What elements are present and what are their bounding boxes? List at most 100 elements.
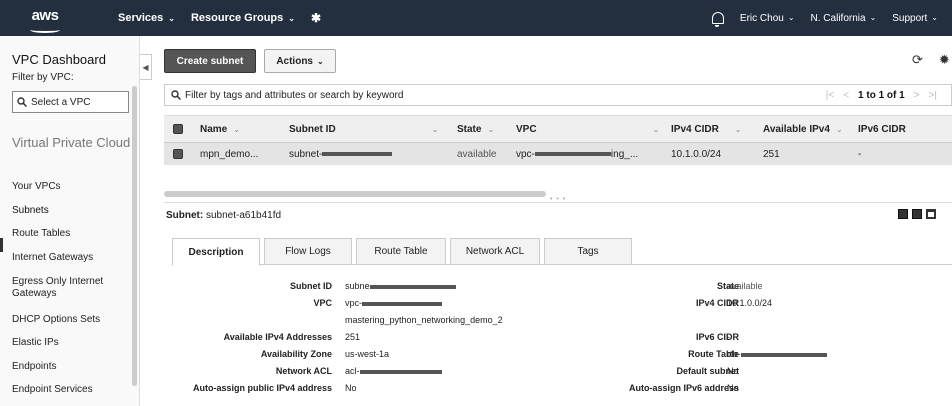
detail-value-vpc[interactable]: vpc- [345,298,443,308]
sidebar-scrollbar[interactable] [132,86,137,386]
cell-state: available [457,148,497,160]
last-page-icon[interactable]: >| [929,90,937,101]
next-page-icon[interactable]: > [914,90,920,101]
cell-subnet-id: subnet- [289,143,393,165]
chevron-down-icon: ⌄ [168,13,175,23]
sidebar-item-endpoint-services[interactable]: Endpoint Services [12,384,130,396]
detail-label-auto-assign-ipv4: Auto-assign public IPv4 address [192,383,332,393]
detail-label-auto-assign-ipv6: Auto-assign IPv6 address [628,383,739,393]
redaction-bar [740,353,827,357]
pagination: |< < 1 to 1 of 1 > >| [826,85,937,105]
checkbox[interactable] [173,149,183,159]
sidebar: VPC Dashboard Filter by VPC: Select a VP… [0,36,140,406]
sidebar-item-internet-gateways[interactable]: Internet Gateways [12,252,130,264]
tab-description[interactable]: Description [172,238,260,266]
detail-value-network-acl-text: acl- [345,366,360,376]
vpc-select[interactable]: Select a VPC [12,91,129,113]
details-tabs: Description Flow Logs Route Table Networ… [172,235,952,266]
chevron-down-icon: ⌄ [288,13,295,23]
gear-icon[interactable]: ✹ [939,52,950,68]
cell-name: mpn_demo... [200,148,259,160]
sidebar-item-egress-only-internet-gateways[interactable]: Egress Only Internet Gateways [12,276,130,300]
table-row[interactable]: mpn_demo... subnet- available vpc-ing_..… [164,143,952,165]
refresh-icon[interactable]: ⟳ [912,52,923,68]
detail-label-available-ipv4: Available IPv4 Addresses [223,332,332,342]
tab-route-table[interactable]: Route Table [356,238,446,265]
sidebar-item-subnets[interactable]: Subnets [12,205,130,217]
column-header-name[interactable]: Name ⌄ [200,116,280,142]
redaction-bar [322,152,393,156]
select-all-checkbox[interactable] [173,116,183,142]
detail-value-network-acl[interactable]: acl- [345,366,442,376]
panel-divider [164,202,952,203]
column-header-state[interactable]: State ⌄ [457,116,517,142]
subnets-table: Name ⌄ Subnet ID ⌄ State ⌄ VPC ⌄ IPv4 CIDR ⌄ … [164,115,952,165]
filter-by-vpc-label: Filter by VPC: [12,72,74,83]
horizontal-scrollbar[interactable] [164,191,546,197]
sidebar-item-elastic-ips[interactable]: Elastic IPs [12,337,130,349]
layout-split-icon[interactable] [926,209,936,219]
column-header-subnet-id[interactable]: Subnet ID ⌄ [289,116,449,142]
column-header-available-ipv4[interactable]: Available IPv4 ⌄ [763,116,858,142]
main-content: Create subnet Actions ⌄ ⟳ ✹ ? Filter by … [152,36,952,406]
detail-label-vpc: VPC [313,298,332,308]
resource-groups-menu[interactable]: Resource Groups ⌄ [191,12,295,24]
sidebar-item-your-vpcs[interactable]: Your VPCs [12,181,130,193]
pin-icon[interactable]: ✱ [311,11,321,25]
column-header-state-label: State [457,123,482,135]
search-filter-bar[interactable]: Filter by tags and attributes or search … [164,84,952,106]
first-page-icon[interactable]: |< [826,90,834,101]
sidebar-item-endpoints[interactable]: Endpoints [12,361,130,373]
sort-icon: ⌄ [734,124,742,134]
top-navigation-bar: aws Services ⌄ Resource Groups ⌄ ✱ Eric … [0,0,952,36]
services-label: Services [118,12,164,24]
tab-network-acl[interactable]: Network ACL [450,238,540,265]
sidebar-title[interactable]: VPC Dashboard [12,52,106,67]
column-header-vpc-label: VPC [516,123,537,135]
services-menu[interactable]: Services ⌄ [118,12,175,24]
row-checkbox[interactable] [173,143,183,165]
pagination-text: 1 to 1 of 1 [858,89,905,101]
prev-page-icon[interactable]: < [843,90,849,101]
toolbar-icons: ⟳ ✹ ? [912,52,952,68]
details-title: Subnet: subnet-a61b41fd [166,210,281,221]
tab-tags[interactable]: Tags [544,238,632,265]
column-header-subnet-id-label: Subnet ID [289,123,336,135]
detail-value-availability-zone: us-west-1a [345,349,390,359]
detail-label-subnet-id: Subnet ID [290,281,332,291]
column-header-ipv6-cidr[interactable]: IPv6 CIDR [858,116,906,142]
chevron-down-icon: ⌄ [316,56,324,66]
aws-logo[interactable]: aws [0,7,90,33]
layout-bottom-icon[interactable] [898,209,908,219]
sidebar-item-dhcp-options-sets[interactable]: DHCP Options Sets [12,314,130,326]
region-menu[interactable]: N. California ⌄ [811,13,877,24]
create-subnet-button[interactable]: Create subnet [164,49,256,73]
active-indicator [0,238,3,252]
aws-logo-smile-icon [30,27,60,33]
cell-vpc-suffix: ing_... [610,148,639,160]
detail-value-default-subnet: No [727,366,739,376]
search-input[interactable]: Filter by tags and attributes or search … [185,90,403,101]
detail-value-auto-assign-ipv4: No [345,383,357,393]
detail-value-route-table[interactable]: rtb- [727,349,827,359]
actions-button[interactable]: Actions ⌄ [264,49,336,73]
details-title-label: Subnet: [166,210,204,221]
sidebar-item-route-tables[interactable]: Route Tables [12,228,130,240]
cell-ipv4-cidr: 10.1.0.0/24 [671,148,722,160]
support-menu[interactable]: Support ⌄ [892,13,938,24]
chevron-down-icon: ⌄ [931,12,938,22]
detail-value-subnet-id: subne [345,281,456,291]
cell-available-ipv4: 251 [763,148,780,160]
tab-flow-logs[interactable]: Flow Logs [264,238,352,265]
top-right-menus: Eric Chou ⌄ N. California ⌄ Support ⌄ [711,0,938,36]
column-header-vpc[interactable]: VPC ⌄ [516,116,666,142]
sort-icon: ⌄ [487,124,495,134]
column-header-ipv4-cidr-label: IPv4 CIDR [671,123,719,135]
checkbox[interactable] [173,124,183,134]
user-menu[interactable]: Eric Chou ⌄ [740,13,795,24]
bell-icon[interactable] [711,12,724,27]
column-header-ipv4-cidr[interactable]: IPv4 CIDR ⌄ [671,116,751,142]
table-header: Name ⌄ Subnet ID ⌄ State ⌄ VPC ⌄ IPv4 CIDR ⌄ … [164,115,952,143]
collapse-sidebar-icon[interactable]: ◀ [140,54,152,80]
layout-full-icon[interactable] [912,209,922,219]
